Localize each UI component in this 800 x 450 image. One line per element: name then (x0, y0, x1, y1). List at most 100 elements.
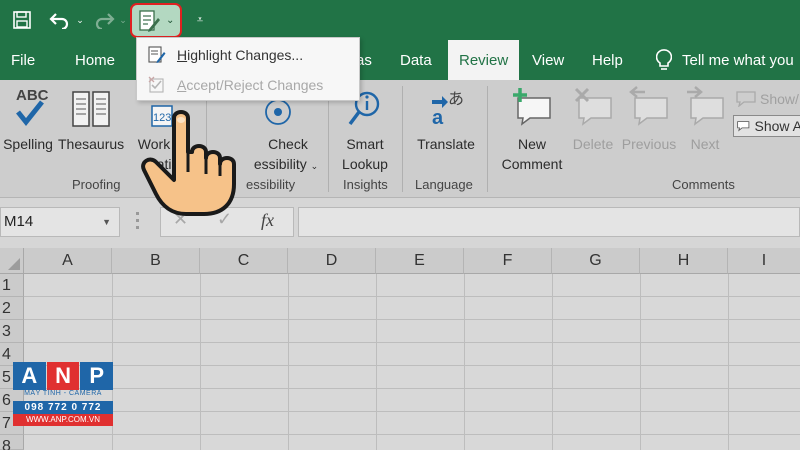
accept-reject-changes-item[interactable]: Accept/Reject Changes (137, 70, 359, 100)
customize-qat-button[interactable]: ⩡ (192, 6, 208, 34)
tab-home[interactable]: Home (75, 40, 115, 80)
check-accessibility-label-2: essibility (253, 156, 307, 172)
redo-icon (95, 13, 115, 29)
gridline (24, 411, 800, 412)
svg-text:a: a (432, 107, 444, 129)
column-header[interactable]: E (376, 248, 464, 274)
gridline (376, 274, 377, 450)
column-header[interactable]: C (200, 248, 288, 274)
save-button[interactable] (8, 6, 36, 34)
redo-button[interactable] (92, 6, 118, 34)
ribbon-tabs: File Home as Data Review View Help Tell … (0, 40, 800, 80)
highlight-changes-accelerator: H (177, 47, 188, 63)
watermark-phone: 098 772 0 772 (13, 401, 113, 414)
new-comment-label-2: Comment (501, 156, 563, 172)
formula-bar: M14 ▼ ✕ ✓ fx (0, 198, 800, 248)
group-label-language: Language (415, 177, 473, 192)
group-separator (328, 86, 329, 192)
gridline (288, 274, 289, 450)
gridline (728, 274, 729, 450)
redo-dropdown[interactable]: ⌄ (118, 6, 128, 34)
pointing-hand-icon (141, 110, 236, 216)
next-comment-label: Next (690, 136, 720, 152)
lightbulb-icon (656, 49, 672, 70)
worksheet-grid[interactable]: A B C D E F G H I 1 2 3 4 5 6 7 8 (0, 248, 800, 450)
watermark-letter: P (80, 362, 114, 390)
spelling-button[interactable]: ABC Spelling (0, 86, 56, 154)
column-header[interactable]: I (728, 248, 800, 274)
anp-watermark-logo: A N P MÁY TÍNH - CAMERA 098 772 0 772 WW… (13, 362, 114, 426)
undo-dropdown[interactable]: ⌄ (74, 6, 86, 34)
gridline (552, 274, 553, 450)
next-comment-icon (687, 86, 724, 126)
new-comment-label-1: New (517, 136, 546, 152)
undo-button[interactable] (46, 6, 72, 34)
thesaurus-label: Thesaurus (58, 136, 125, 152)
customize-qat-icon: ⩡ (196, 13, 204, 26)
tell-me-search[interactable]: Tell me what you (656, 40, 794, 80)
new-comment-button[interactable]: New Comment (494, 86, 570, 174)
tab-data[interactable]: Data (400, 40, 432, 80)
ribbon-review: ABC Spelling Thesaurus 123 Work Statis P… (0, 80, 800, 198)
row-header[interactable]: 1 (0, 274, 24, 297)
column-header[interactable]: A (24, 248, 112, 274)
thesaurus-button[interactable]: Thesaurus (58, 86, 124, 154)
column-header[interactable]: B (112, 248, 200, 274)
accept-reject-accelerator: A (177, 77, 187, 93)
column-header[interactable]: D (288, 248, 376, 274)
watermark-letter: A (13, 362, 46, 390)
row-header[interactable]: 2 (0, 297, 24, 320)
gridline (24, 296, 800, 297)
highlight-changes-item[interactable]: Highlight Changes... (137, 40, 359, 70)
watermark-letter: N (46, 362, 80, 390)
group-label-insights: Insights (343, 177, 388, 192)
title-bar: ⌄ ⌄ ⌄ ⩡ (0, 0, 800, 40)
chevron-down-icon: ⌄ (310, 161, 319, 171)
name-box[interactable]: M14 ▼ (0, 207, 120, 237)
column-header[interactable]: G (552, 248, 640, 274)
highlight-changes-label: Highlight Changes... (177, 47, 303, 63)
tab-view[interactable]: View (532, 40, 564, 80)
tab-help[interactable]: Help (592, 40, 623, 80)
group-label-proofing: Proofing (72, 177, 121, 192)
tab-review[interactable]: Review (448, 40, 520, 80)
delete-comment-button[interactable]: Delete (568, 86, 618, 154)
column-header[interactable]: H (640, 248, 728, 274)
translate-icon: あ a (432, 89, 464, 129)
previous-comment-label: Previous (621, 136, 677, 152)
comment-icon (736, 91, 756, 107)
tab-file[interactable]: File (11, 40, 35, 80)
delete-comment-label: Delete (572, 136, 614, 152)
formula-input[interactable] (298, 207, 800, 237)
column-header[interactable]: F (464, 248, 552, 274)
translate-label: Translate (417, 136, 475, 152)
svg-text:あ: あ (448, 89, 464, 108)
watermark-letters: A N P (13, 362, 114, 390)
gridline (640, 274, 641, 450)
gridline (24, 319, 800, 320)
gridline (464, 274, 465, 450)
row-header[interactable]: 8 (0, 435, 24, 450)
undo-icon (49, 13, 69, 29)
insert-function-button[interactable]: fx (261, 210, 274, 231)
show-all-comments-button[interactable]: Show A (733, 115, 800, 137)
highlight-changes-text: ighlight Changes... (187, 47, 304, 63)
gridline (200, 274, 201, 450)
name-box-value: M14 (4, 213, 34, 230)
row-header[interactable]: 3 (0, 320, 24, 343)
gridline (24, 388, 800, 389)
translate-button[interactable]: あ a Translate (410, 86, 482, 154)
select-all-button[interactable] (0, 248, 24, 274)
save-icon (13, 11, 31, 29)
comments-icon (737, 121, 750, 132)
show-all-label: Show A (754, 118, 800, 134)
next-comment-button[interactable]: Next (680, 86, 730, 154)
track-changes-button[interactable]: ⌄ (130, 3, 182, 38)
watermark-site: WWW.ANP.COM.VN (13, 414, 113, 426)
previous-comment-button[interactable]: Previous (620, 86, 678, 154)
show-hide-comment-button[interactable]: Show/ (733, 88, 799, 110)
gridline (24, 365, 800, 366)
group-label-comments: Comments (672, 177, 735, 192)
chevron-down-icon: ⌄ (166, 15, 175, 26)
watermark-subtitle: MÁY TÍNH - CAMERA (24, 390, 102, 397)
